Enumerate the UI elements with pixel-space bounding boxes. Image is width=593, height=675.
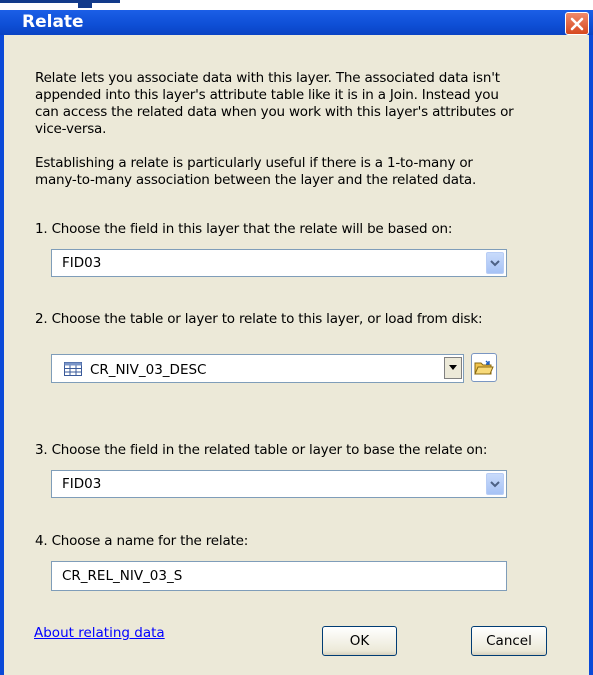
chevron-down-icon (449, 365, 457, 370)
window-border-right (589, 35, 593, 675)
top-strip-mark (78, 3, 92, 8)
chevron-down-icon (490, 260, 500, 267)
step3-label: 3. Choose the field in the related table… (35, 442, 488, 458)
relate-name-input[interactable]: CR_REL_NIV_03_S (51, 561, 507, 591)
establish-line-2: many-to-many association between the lay… (35, 172, 477, 188)
about-relating-data-link[interactable]: About relating data (34, 625, 165, 641)
related-field-dropdown-button[interactable] (486, 473, 504, 495)
browse-button[interactable] (471, 353, 497, 382)
relate-table-value: CR_NIV_03_DESC (90, 362, 207, 378)
intro-line-1: Relate lets you associate data with this… (35, 70, 500, 86)
close-button[interactable] (565, 12, 589, 35)
table-icon (64, 362, 82, 376)
layer-field-value: FID03 (62, 255, 102, 271)
step2-label: 2. Choose the table or layer to relate t… (35, 311, 483, 327)
establish-line-1: Establishing a relate is particularly us… (35, 155, 473, 171)
dialog-body: Relate lets you associate data with this… (4, 35, 589, 675)
related-field-value: FID03 (62, 476, 102, 492)
intro-line-4: vice-versa. (35, 121, 107, 137)
intro-line-2: appended into this layer's attribute tab… (35, 87, 499, 103)
close-icon (570, 17, 584, 30)
top-strip (0, 0, 593, 10)
relate-name-value: CR_REL_NIV_03_S (62, 568, 183, 584)
relate-dialog: Relate Relate lets you associate data wi… (0, 0, 593, 675)
open-folder-icon (474, 360, 494, 374)
ok-button[interactable]: OK (322, 626, 397, 656)
step4-label: 4. Choose a name for the relate: (35, 533, 249, 549)
related-field-dropdown[interactable]: FID03 (51, 470, 507, 498)
intro-line-3: can access the related data when you wor… (35, 104, 514, 120)
layer-field-dropdown-button[interactable] (486, 252, 504, 274)
window-title: Relate (22, 12, 84, 32)
top-strip-edge (0, 0, 120, 3)
relate-table-dropdown[interactable]: CR_NIV_03_DESC (51, 354, 464, 383)
cancel-button[interactable]: Cancel (471, 626, 547, 656)
chevron-down-icon (490, 481, 500, 488)
step1-label: 1. Choose the field in this layer that t… (35, 221, 453, 237)
layer-field-dropdown[interactable]: FID03 (51, 249, 507, 277)
relate-table-dropdown-button[interactable] (444, 357, 462, 379)
